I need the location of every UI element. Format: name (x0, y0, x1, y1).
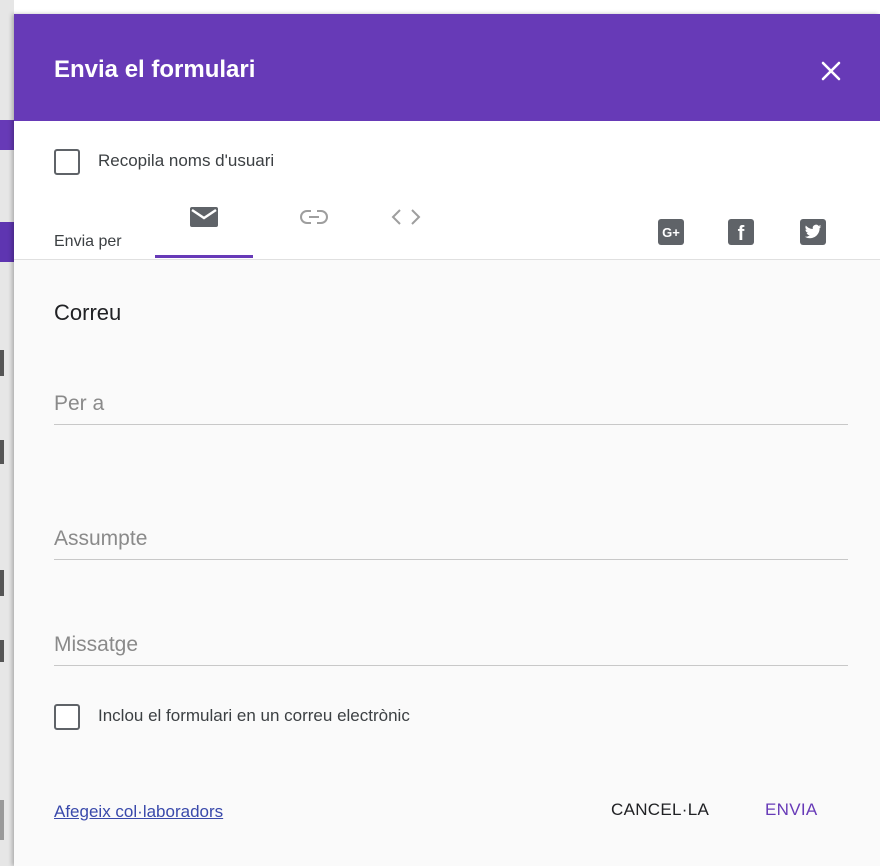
share-facebook-button[interactable]: f (728, 219, 754, 245)
background-header-band (0, 120, 14, 150)
link-icon (300, 209, 328, 225)
background-accent (0, 222, 14, 262)
background-element (0, 440, 4, 464)
to-field[interactable] (54, 392, 848, 424)
background-element (0, 350, 4, 376)
tab-email[interactable] (155, 197, 253, 257)
email-section-title: Correu (54, 300, 122, 325)
embed-code-icon (391, 209, 421, 225)
dialog-title: Envia el formulari (54, 56, 256, 83)
close-button[interactable] (818, 58, 844, 84)
tab-link[interactable] (274, 197, 354, 257)
share-google-plus-button[interactable]: G+ (658, 219, 684, 245)
subject-field[interactable] (54, 527, 848, 559)
collect-usernames-checkbox[interactable] (54, 149, 80, 175)
twitter-icon (804, 224, 822, 239)
background-element (0, 800, 4, 840)
dialog-options-area: Recopila noms d'usuari Envia per G+ f (14, 121, 880, 260)
cancel-button[interactable]: CANCEL·LA (611, 800, 709, 820)
selected-tab-indicator (155, 255, 253, 258)
send-via-label: Envia per (54, 233, 122, 250)
background-element (0, 570, 4, 596)
facebook-icon: f (737, 222, 745, 245)
share-twitter-button[interactable] (800, 219, 826, 245)
message-field-container (54, 633, 848, 666)
subject-field-container (54, 527, 848, 560)
google-plus-icon: G+ (662, 224, 680, 240)
collect-usernames-label: Recopila noms d'usuari (98, 151, 275, 170)
include-form-checkbox[interactable] (54, 704, 80, 730)
tab-embed[interactable] (366, 197, 446, 257)
include-form-label: Inclou el formulari en un correu electrò… (98, 706, 410, 725)
add-collaborators-link[interactable]: Afegeix col·laboradors (54, 802, 223, 822)
send-form-dialog: Envia el formulari Recopila noms d'usuar… (14, 14, 880, 866)
email-icon (190, 207, 218, 227)
to-field-container (54, 392, 848, 425)
dialog-header: Envia el formulari (14, 14, 880, 121)
background-page (0, 0, 14, 866)
close-icon (821, 61, 841, 81)
message-field[interactable] (54, 633, 848, 665)
send-button[interactable]: ENVIA (765, 800, 818, 820)
background-element (0, 640, 4, 662)
